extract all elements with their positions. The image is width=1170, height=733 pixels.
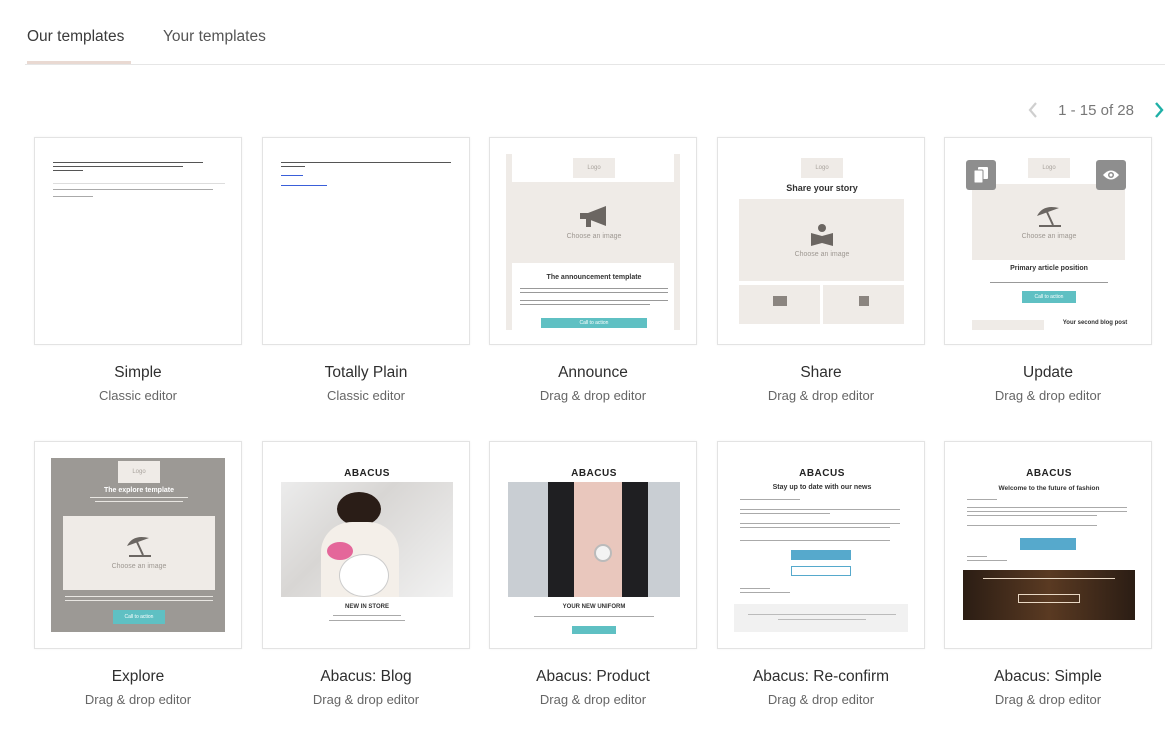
- template-editor: Drag & drop editor: [539, 692, 647, 707]
- tab-your-templates[interactable]: Your templates: [163, 28, 266, 64]
- tab-our-templates[interactable]: Our templates: [27, 28, 131, 64]
- beach-umbrella-icon: [1035, 204, 1063, 233]
- abacus-logo: ABACUS: [799, 468, 845, 479]
- thumb-caption: YOUR NEW UNIFORM: [562, 604, 626, 610]
- logo-placeholder: Logo: [118, 461, 160, 483]
- thumb-subtitle: Your second blog post: [1062, 320, 1128, 326]
- banner-photo: [963, 570, 1135, 620]
- thumb-title: Stay up to date with our news: [772, 484, 872, 491]
- pagination-count: 1 - 15 of 28: [1058, 101, 1134, 119]
- logo-placeholder: Logo: [573, 158, 615, 178]
- template-card-simple[interactable]: [34, 137, 242, 345]
- abacus-logo: ABACUS: [571, 468, 617, 479]
- template-editor: Drag & drop editor: [312, 692, 420, 707]
- copy-icon[interactable]: [966, 160, 996, 190]
- template-editor: Drag & drop editor: [539, 388, 647, 403]
- template-card-abacus-product[interactable]: ABACUS YOUR NEW UNIFORM: [489, 441, 697, 649]
- megaphone-icon: [578, 204, 612, 233]
- template-name: Abacus: Product: [536, 668, 650, 685]
- template-editor: Drag & drop editor: [994, 692, 1102, 707]
- template-card-share[interactable]: Logo Share your story Choose an image: [717, 137, 925, 345]
- eye-icon[interactable]: [1096, 160, 1126, 190]
- template-name: Update: [1023, 364, 1073, 381]
- thumb-title: The announcement template: [546, 274, 642, 281]
- cta-placeholder: Call to action: [1022, 291, 1076, 303]
- logo-placeholder: Logo: [1028, 158, 1070, 178]
- thumb-title: Share your story: [786, 183, 858, 193]
- template-name: Totally Plain: [324, 364, 408, 381]
- pagination: 1 - 15 of 28: [1026, 100, 1166, 120]
- cta-placeholder: Call to action: [541, 318, 647, 328]
- chevron-left-icon[interactable]: [1026, 100, 1040, 120]
- choose-image-label: Choose an image: [794, 251, 850, 258]
- template-editor: Drag & drop editor: [994, 388, 1102, 403]
- template-name: Abacus: Re-confirm: [752, 668, 890, 685]
- template-name: Share: [800, 364, 842, 381]
- chevron-right-icon[interactable]: [1152, 100, 1166, 120]
- beach-umbrella-icon: [125, 534, 153, 563]
- template-name: Abacus: Blog: [320, 668, 412, 685]
- template-card-abacus-reconfirm[interactable]: ABACUS Stay up to date with our news: [717, 441, 925, 649]
- product-photo: [508, 482, 680, 597]
- template-name: Simple: [114, 364, 162, 381]
- template-card-announce[interactable]: Logo Choose an image The announcement te…: [489, 137, 697, 345]
- abacus-logo: ABACUS: [1026, 468, 1072, 479]
- thumb-title: Primary article position: [1010, 265, 1088, 272]
- template-name: Announce: [558, 364, 628, 381]
- template-editor: Drag & drop editor: [767, 692, 875, 707]
- choose-image-label: Choose an image: [111, 563, 167, 570]
- thumb-title: Welcome to the future of fashion: [998, 485, 1100, 492]
- logo-placeholder: Logo: [801, 158, 843, 178]
- template-card-update[interactable]: Logo Choose an image Primary article pos…: [944, 137, 1152, 345]
- choose-image-label: Choose an image: [566, 233, 622, 240]
- template-editor: Drag & drop editor: [84, 692, 192, 707]
- cta-placeholder: Call to action: [113, 610, 165, 624]
- template-tabs: Our templates Your templates: [25, 0, 1165, 65]
- product-photo: [281, 482, 453, 597]
- thumb-caption: NEW IN STORE: [345, 604, 389, 610]
- template-editor: Classic editor: [326, 388, 406, 403]
- template-name: Abacus: Simple: [994, 668, 1102, 685]
- template-card-abacus-blog[interactable]: ABACUS NEW IN STORE: [262, 441, 470, 649]
- template-card-explore[interactable]: Logo The explore template Choose an imag…: [34, 441, 242, 649]
- choose-image-label: Choose an image: [1021, 233, 1077, 240]
- template-editor: Drag & drop editor: [767, 388, 875, 403]
- template-card-totally-plain[interactable]: [262, 137, 470, 345]
- template-name: Explore: [111, 668, 165, 685]
- template-editor: Classic editor: [98, 388, 178, 403]
- book-icon: [810, 223, 834, 252]
- thumb-title: The explore template: [103, 487, 175, 494]
- template-card-abacus-simple[interactable]: ABACUS Welcome to the future of fashion: [944, 441, 1152, 649]
- abacus-logo: ABACUS: [344, 468, 390, 479]
